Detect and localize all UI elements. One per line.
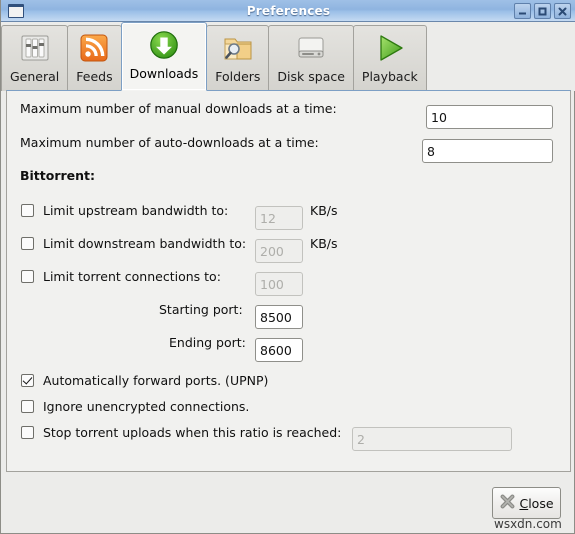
close-button-rest: lose [528,495,554,511]
upnp-checkbox[interactable] [21,374,34,387]
max-auto-downloads-label: Maximum number of auto-downloads at a ti… [20,135,319,150]
minimize-button[interactable] [514,3,531,19]
limit-connections-label: Limit torrent connections to: [43,269,221,284]
stop-ratio-label: Stop torrent uploads when this ratio is … [43,425,342,440]
stop-ratio-row[interactable]: Stop torrent uploads when this ratio is … [21,425,341,440]
limit-connections-value: 100 [260,276,284,292]
stop-ratio-input[interactable]: 2 [352,427,512,451]
bittorrent-heading: Bittorrent: [20,168,95,183]
max-manual-downloads-value: 10 [431,109,447,125]
limit-upstream-checkbox[interactable] [21,204,34,217]
starting-port-label: Starting port: [159,302,243,317]
tab-disk-space-label: Disk space [277,69,345,84]
stop-ratio-checkbox[interactable] [21,426,34,439]
tab-folders[interactable]: Folders [206,25,270,91]
tab-disk-space[interactable]: Disk space [268,25,354,91]
upnp-row[interactable]: Automatically forward ports. (UPNP) [21,373,268,388]
tab-feeds[interactable]: Feeds [67,25,122,91]
bittorrent-heading-label: Bittorrent: [20,168,96,183]
rss-feed-icon [77,29,111,67]
limit-downstream-value: 200 [260,243,284,259]
close-button-label: Close [519,496,553,511]
hard-disk-icon [294,29,328,67]
ignore-unencrypted-checkbox[interactable] [21,400,34,413]
limit-downstream-input[interactable]: 200 [255,239,303,263]
limit-downstream-label: Limit downstream bandwidth to: [43,236,247,251]
window-icon [8,3,24,18]
sliders-icon [18,29,52,67]
close-button[interactable]: Close [492,487,561,519]
tab-bar: General Feeds Downloads Folders Disk spa… [1,22,575,91]
max-manual-downloads-input[interactable]: 10 [426,105,553,129]
max-auto-downloads-row: Maximum number of auto-downloads at a ti… [20,135,319,150]
max-auto-downloads-input[interactable]: 8 [422,139,553,163]
limit-upstream-row: Limit upstream bandwidth to: [21,203,228,218]
limit-upstream-input[interactable]: 12 [255,206,303,230]
preferences-window: Preferences General Feeds Downloads Fold… [0,0,575,534]
tab-playback[interactable]: Playback [352,25,427,91]
ending-port-value: 8600 [260,342,292,358]
close-button-accel: C [519,495,529,511]
stop-ratio-value: 2 [357,431,365,447]
ignore-unencrypted-row[interactable]: Ignore unencrypted connections. [21,399,249,414]
starting-port-value: 8500 [260,309,292,325]
max-manual-downloads-row: Maximum number of manual downloads at a … [20,101,337,116]
x-mark-icon [499,493,516,514]
limit-connections-row: Limit torrent connections to: [21,269,221,284]
folder-search-icon [221,29,255,67]
tab-downloads-label: Downloads [129,66,199,81]
tab-general-label: General [10,69,60,84]
ignore-unencrypted-label: Ignore unencrypted connections. [43,399,250,414]
play-triangle-icon [373,29,407,67]
title-bar[interactable]: Preferences [1,0,575,22]
watermark: wsxdn.com [494,517,562,531]
downloads-settings-panel: Maximum number of manual downloads at a … [6,90,571,472]
tab-general[interactable]: General [1,25,69,91]
download-arrow-icon [147,26,181,64]
tab-feeds-label: Feeds [76,69,113,84]
limit-downstream-checkbox[interactable] [21,237,34,250]
limit-downstream-unit: KB/s [310,236,338,251]
limit-upstream-unit-label: KB/s [310,203,338,218]
ending-port-label: Ending port: [169,335,246,350]
starting-port-row: Starting port: [159,302,243,317]
tab-folders-label: Folders [215,69,261,84]
max-manual-downloads-label: Maximum number of manual downloads at a … [20,101,337,116]
limit-downstream-row: Limit downstream bandwidth to: [21,236,246,251]
limit-upstream-label: Limit upstream bandwidth to: [43,203,229,218]
tab-downloads[interactable]: Downloads [120,22,208,91]
limit-connections-checkbox[interactable] [21,270,34,283]
starting-port-input[interactable]: 8500 [255,305,303,329]
limit-upstream-unit: KB/s [310,203,338,218]
limit-upstream-value: 12 [260,210,276,226]
maximize-button[interactable] [534,3,551,19]
max-auto-downloads-value: 8 [427,143,435,159]
limit-connections-input[interactable]: 100 [255,272,303,296]
tab-playback-label: Playback [361,69,418,84]
ending-port-input[interactable]: 8600 [255,338,303,362]
upnp-label: Automatically forward ports. (UPNP) [43,373,269,388]
limit-downstream-unit-label: KB/s [310,236,338,251]
close-window-button[interactable] [554,3,571,19]
window-title: Preferences [246,3,331,18]
window-controls [514,3,571,19]
ending-port-row: Ending port: [169,335,246,350]
